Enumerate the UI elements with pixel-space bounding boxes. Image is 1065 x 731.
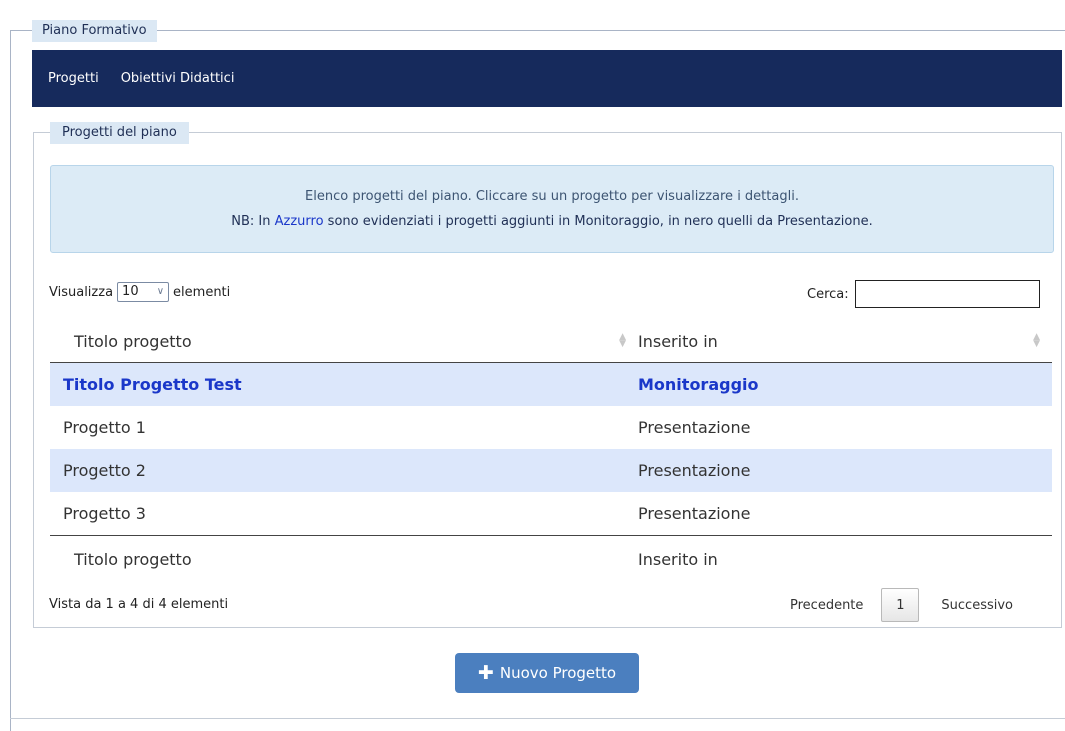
sort-icon: ▲ ▼	[1033, 332, 1040, 349]
sort-icon: ▲ ▼	[619, 332, 626, 349]
column-footer-inserito-label: Inserito in	[638, 549, 718, 569]
top-navigation-bar: Progetti Obiettivi Didattici	[32, 50, 1062, 107]
info-line-2-prefix: NB: In	[231, 214, 275, 229]
info-line-2: NB: In Azzurro sono evidenziati i proget…	[51, 214, 1053, 229]
info-alert-box: Elenco progetti del piano. Cliccare su u…	[50, 165, 1054, 253]
column-footer-titolo: Titolo progetto	[50, 535, 638, 582]
cell-title[interactable]: Progetto 3	[50, 492, 638, 536]
column-header-titolo[interactable]: Titolo progetto ▲ ▼	[50, 320, 638, 363]
table-row[interactable]: Progetto 1 Presentazione	[50, 406, 1052, 449]
piano-formativo-legend: Piano Formativo	[32, 20, 157, 42]
column-footer-inserito: Inserito in	[638, 535, 1052, 582]
column-header-inserito-label: Inserito in	[638, 331, 718, 351]
table-info-count: Vista da 1 a 4 di 4 elementi	[49, 597, 229, 612]
search-label: Cerca:	[807, 286, 849, 302]
nav-item-obiettivi-didattici[interactable]: Obiettivi Didattici	[121, 71, 235, 86]
cell-inserted-in: Presentazione	[638, 504, 751, 523]
cell-title[interactable]: Progetto 1	[50, 406, 638, 449]
search-input[interactable]	[854, 280, 1040, 308]
info-line-1: Elenco progetti del piano. Cliccare su u…	[305, 189, 799, 204]
column-header-titolo-label: Titolo progetto	[74, 331, 192, 351]
column-header-inserito[interactable]: Inserito in ▲ ▼	[638, 320, 1052, 363]
pagination: Precedente 1 Successivo	[790, 588, 1013, 622]
bottom-divider	[10, 718, 1065, 719]
chevron-down-icon: ∨	[156, 286, 165, 297]
table-row[interactable]: Progetto 3 Presentazione	[50, 492, 1052, 536]
table-row[interactable]: Progetto 2 Presentazione	[50, 449, 1052, 492]
info-line-2-suffix: sono evidenziati i progetti aggiunti in …	[323, 214, 873, 229]
projects-table: Titolo progetto ▲ ▼ Inserito in ▲ ▼ Titolo…	[50, 320, 1052, 582]
page-length-value: 10	[122, 284, 139, 299]
search-control: Cerca:	[807, 280, 1040, 308]
page-length-prefix: Visualizza	[49, 284, 114, 300]
pagination-previous-button[interactable]: Precedente	[790, 598, 863, 613]
cell-title[interactable]: Progetto 2	[50, 449, 638, 492]
table-header-row: Titolo progetto ▲ ▼ Inserito in ▲ ▼	[50, 320, 1052, 363]
nav-item-progetti[interactable]: Progetti	[48, 71, 99, 86]
info-line-2-highlight: Azzurro	[274, 214, 324, 229]
pagination-page-button[interactable]: 1	[881, 588, 920, 622]
plus-icon: ✚	[477, 661, 494, 684]
page-length-select[interactable]: 10 ∨	[117, 282, 170, 302]
page-length-suffix: elementi	[173, 284, 231, 300]
cell-inserted-in: Presentazione	[638, 418, 751, 437]
table-row[interactable]: Titolo Progetto Test Monitoraggio	[50, 362, 1052, 407]
pagination-next-button[interactable]: Successivo	[941, 598, 1013, 613]
new-project-button[interactable]: ✚ Nuovo Progetto	[455, 653, 639, 693]
new-project-button-label: Nuovo Progetto	[499, 664, 617, 682]
column-footer-titolo-label: Titolo progetto	[74, 549, 192, 569]
cell-inserted-in: Monitoraggio	[638, 375, 759, 394]
cell-inserted-in: Presentazione	[638, 461, 751, 480]
progetti-del-piano-legend: Progetti del piano	[50, 122, 189, 144]
cell-title[interactable]: Titolo Progetto Test	[50, 363, 638, 407]
page-length-control: Visualizza 10 ∨ elementi	[49, 282, 230, 302]
table-footer-row: Titolo progetto Inserito in	[50, 535, 1052, 582]
